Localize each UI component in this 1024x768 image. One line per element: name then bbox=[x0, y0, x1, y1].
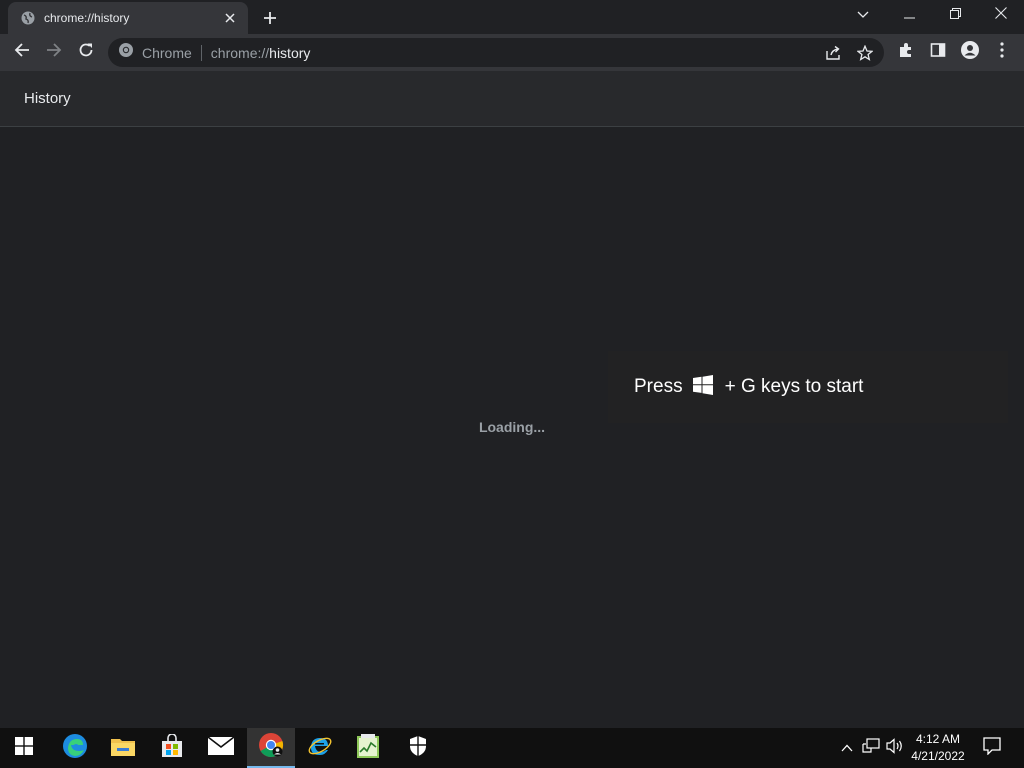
taskbar-clock[interactable]: 4:12 AM 4/21/2022 bbox=[908, 731, 968, 765]
close-icon bbox=[995, 6, 1007, 24]
tab-title: chrome://history bbox=[44, 11, 130, 25]
browser-toolbar: Chrome chrome://history bbox=[0, 34, 1024, 71]
profile-button[interactable] bbox=[957, 39, 983, 65]
speaker-icon bbox=[886, 737, 904, 759]
chrome-icon bbox=[258, 732, 284, 763]
clock-date: 4/21/2022 bbox=[911, 749, 965, 763]
windows-logo-icon bbox=[15, 736, 33, 760]
toast-suffix: + G keys to start bbox=[724, 376, 864, 397]
toast-prefix: Press bbox=[634, 376, 683, 397]
reload-icon bbox=[78, 42, 94, 63]
minimize-button[interactable] bbox=[886, 0, 932, 30]
close-window-button[interactable] bbox=[978, 0, 1024, 30]
extensions-button[interactable] bbox=[893, 39, 919, 65]
avatar-icon bbox=[960, 40, 980, 65]
taskbar-internet-explorer[interactable] bbox=[296, 728, 344, 768]
history-header: History bbox=[0, 71, 1024, 127]
taskbar-file-explorer[interactable] bbox=[99, 728, 147, 768]
restore-button[interactable] bbox=[932, 0, 978, 30]
internet-explorer-icon bbox=[307, 733, 333, 764]
shield-icon bbox=[409, 735, 427, 762]
edge-icon bbox=[62, 733, 88, 764]
puzzle-icon bbox=[898, 42, 914, 63]
kebab-menu-icon bbox=[1000, 41, 1004, 63]
taskbar-store[interactable] bbox=[148, 728, 196, 768]
address-bar[interactable]: Chrome chrome://history bbox=[108, 38, 884, 67]
reload-button[interactable] bbox=[72, 38, 100, 66]
taskbar-mail[interactable] bbox=[197, 728, 245, 768]
chevron-down-icon bbox=[857, 6, 869, 24]
task-manager-icon bbox=[357, 733, 379, 763]
chrome-logo-icon bbox=[118, 42, 134, 63]
volume-button[interactable] bbox=[885, 737, 905, 759]
tab-search-button[interactable] bbox=[840, 0, 886, 30]
mail-icon bbox=[207, 735, 235, 760]
url-scheme: chrome:// bbox=[210, 44, 270, 61]
windows-key-icon bbox=[692, 374, 713, 400]
network-icon bbox=[862, 737, 880, 759]
star-icon[interactable] bbox=[856, 44, 874, 62]
network-button[interactable] bbox=[861, 737, 881, 759]
taskbar-security[interactable] bbox=[394, 728, 442, 768]
taskbar-task-manager[interactable] bbox=[344, 728, 392, 768]
folder-icon bbox=[111, 736, 135, 761]
back-button[interactable] bbox=[8, 38, 36, 66]
taskbar-edge[interactable] bbox=[51, 728, 99, 768]
tab-history[interactable]: chrome://history bbox=[8, 2, 248, 34]
taskbar: 4:12 AM 4/21/2022 bbox=[0, 728, 1024, 768]
url-host: history bbox=[269, 44, 311, 61]
arrow-left-icon bbox=[14, 42, 30, 63]
game-bar-toast: Press + G keys to start bbox=[608, 351, 1008, 423]
omnibox-divider bbox=[200, 44, 202, 61]
share-icon[interactable] bbox=[824, 44, 842, 62]
forward-button[interactable] bbox=[40, 38, 68, 66]
start-button[interactable] bbox=[0, 728, 48, 768]
taskbar-chrome[interactable] bbox=[247, 728, 295, 768]
clock-time: 4:12 AM bbox=[915, 732, 961, 746]
side-panel-icon bbox=[930, 42, 946, 63]
show-hidden-icons-button[interactable] bbox=[837, 738, 857, 758]
side-panel-button[interactable] bbox=[925, 39, 951, 65]
site-chip-label: Chrome bbox=[142, 44, 192, 61]
title-bar: chrome://history bbox=[0, 0, 1024, 34]
action-center-button[interactable] bbox=[982, 736, 1002, 760]
notification-icon bbox=[983, 736, 1001, 760]
minimize-icon bbox=[903, 6, 915, 24]
arrow-right-icon bbox=[46, 42, 62, 63]
store-bag-icon bbox=[160, 732, 184, 763]
chevron-up-icon bbox=[841, 739, 853, 757]
globe-icon bbox=[20, 10, 36, 26]
tab-close-icon[interactable] bbox=[222, 10, 238, 26]
menu-button[interactable] bbox=[989, 39, 1015, 65]
new-tab-button[interactable] bbox=[258, 6, 282, 30]
restore-icon bbox=[949, 6, 961, 24]
page-title: History bbox=[24, 90, 71, 107]
